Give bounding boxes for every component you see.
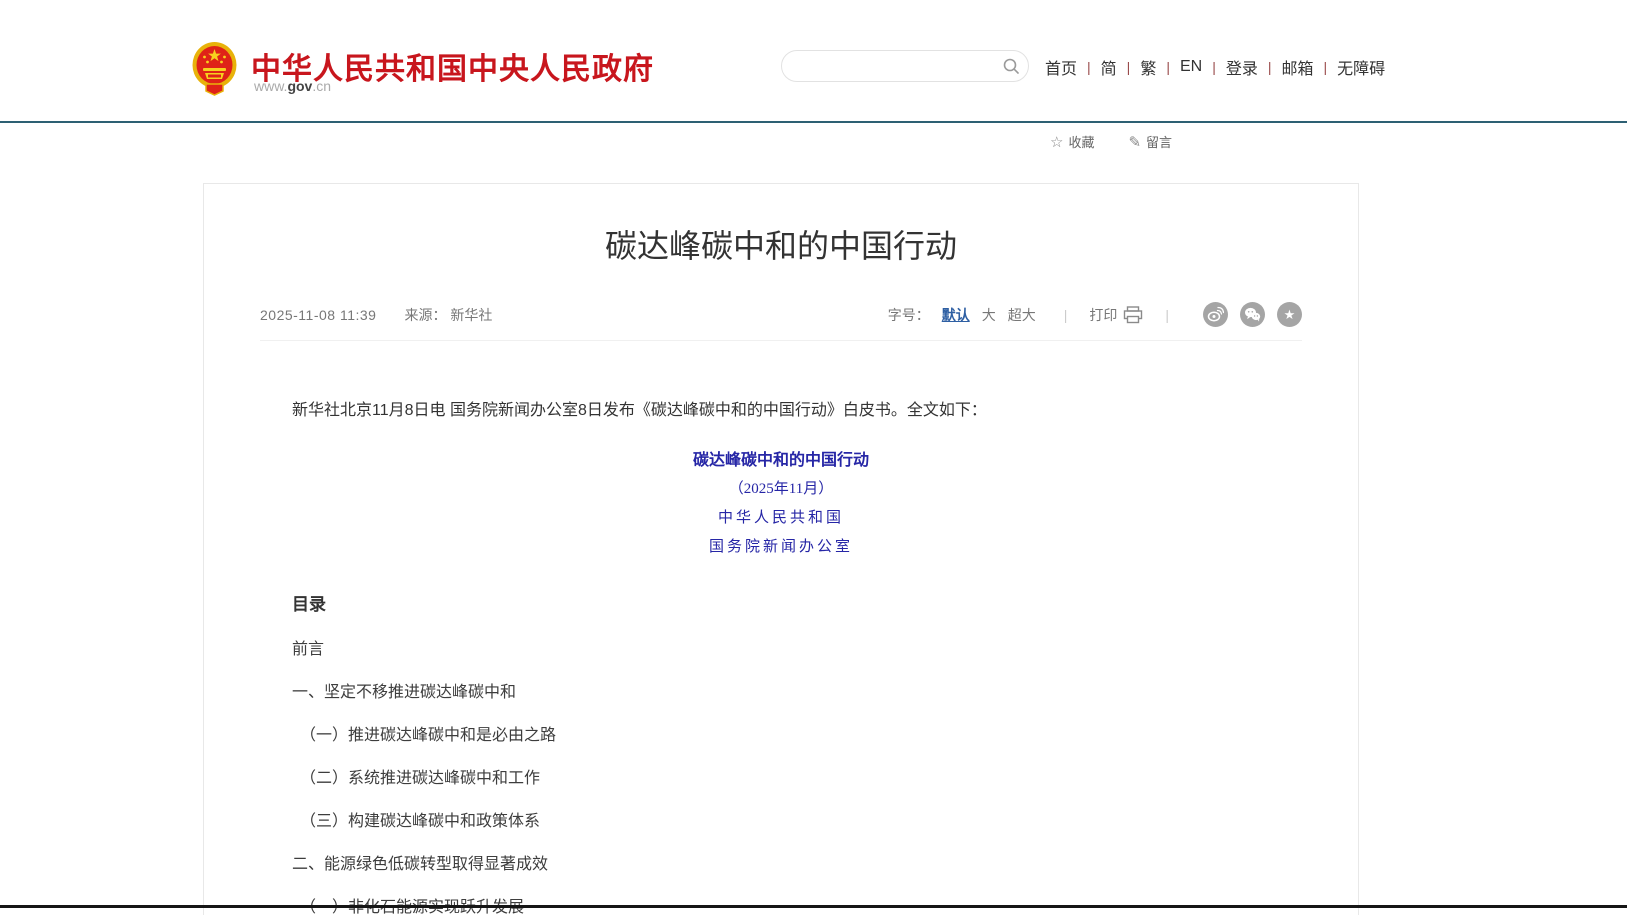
favorite-label: 收藏	[1068, 132, 1094, 151]
nav-divider: |	[1268, 59, 1272, 75]
document-org-line2: 国务院新闻办公室	[260, 533, 1302, 562]
font-size-default[interactable]: 默认	[942, 305, 970, 325]
nav-divider: |	[1087, 59, 1091, 75]
national-emblem-icon	[191, 40, 238, 96]
nav-item-traditional[interactable]: 繁	[1140, 55, 1156, 79]
document-title: 碳达峰碳中和的中国行动	[260, 446, 1302, 475]
toc-item-section1-3[interactable]: （三）构建碳达峰碳中和政策体系	[292, 814, 1302, 830]
font-size-large[interactable]: 大	[982, 305, 996, 325]
nav-divider: |	[1324, 59, 1328, 75]
toc-item-section2[interactable]: 二、能源绿色低碳转型取得显著成效	[292, 857, 1302, 873]
share-group: ★	[1191, 302, 1302, 327]
toc-item-section1-2[interactable]: （二）系统推进碳达峰碳中和工作	[292, 771, 1302, 787]
action-strip: ☆ 收藏 ✎ 留言	[1050, 132, 1206, 151]
font-size-label: 字号：	[888, 305, 930, 325]
toc-title: 目录	[292, 590, 1302, 615]
comment-button[interactable]: ✎ 留言	[1128, 132, 1172, 151]
toc-item-section1[interactable]: 一、坚定不移推进碳达峰碳中和	[292, 685, 1302, 701]
star-outline-icon: ☆	[1050, 133, 1063, 151]
toc: 前言 一、坚定不移推进碳达峰碳中和 （一）推进碳达峰碳中和是必由之路 （二）系统…	[292, 642, 1302, 915]
weibo-icon	[1207, 306, 1224, 323]
meta-right: 字号： 默认 大 超大 | 打印 |	[888, 302, 1302, 327]
article-meta-row: 2025-11-08 11:39 来源： 新华社 字号： 默认 大 超大 | 打…	[260, 302, 1302, 341]
article-title: 碳达峰碳中和的中国行动	[260, 221, 1302, 267]
print-label: 打印	[1089, 305, 1117, 325]
search-input[interactable]	[782, 58, 994, 74]
meta-divider: |	[1064, 307, 1068, 323]
share-weibo-button[interactable]	[1203, 302, 1228, 327]
star-icon: ★	[1284, 308, 1296, 321]
article-intro: 新华社北京11月8日电 国务院新闻办公室8日发布《碳达峰碳中和的中国行动》白皮书…	[260, 398, 1302, 424]
top-nav: 首页 | 简 | 繁 | EN | 登录 | 邮箱 | 无障碍	[1045, 56, 1385, 78]
share-wechat-button[interactable]	[1240, 302, 1265, 327]
site-header: 中华人民共和国中央人民政府 www.gov.cn 首页| 简| 繁| EN| 登…	[0, 0, 1627, 121]
document-heading: 碳达峰碳中和的中国行动 （2025年11月） 中华人民共和国 国务院新闻办公室	[260, 446, 1302, 562]
nav-item-login[interactable]: 登录	[1226, 55, 1258, 79]
nav-divider: |	[1166, 59, 1170, 75]
meta-left: 2025-11-08 11:39 来源： 新华社	[260, 305, 492, 325]
meta-divider: |	[1165, 307, 1169, 323]
nav-item-home[interactable]: 首页	[1045, 55, 1077, 79]
header-divider-line	[0, 121, 1627, 123]
print-button[interactable]: 打印	[1089, 305, 1143, 325]
pencil-icon: ✎	[1128, 133, 1141, 151]
publish-date: 2025-11-08 11:39	[260, 307, 376, 323]
nav-item-accessibility[interactable]: 无障碍	[1337, 55, 1385, 79]
comment-label: 留言	[1146, 132, 1172, 151]
nav-item-simplified[interactable]: 简	[1101, 55, 1117, 79]
favorite-button[interactable]: ☆ 收藏	[1050, 132, 1094, 151]
source: 来源： 新华社	[404, 305, 492, 325]
search-icon	[1002, 57, 1020, 75]
nav-item-mail[interactable]: 邮箱	[1282, 55, 1314, 79]
site-url: www.gov.cn	[254, 78, 331, 94]
document-org-line1: 中华人民共和国	[260, 504, 1302, 533]
nav-divider: |	[1127, 59, 1131, 75]
national-emblem-logo[interactable]	[191, 40, 238, 96]
printer-icon	[1123, 306, 1143, 324]
page: 中华人民共和国中央人民政府 www.gov.cn 首页| 简| 繁| EN| 登…	[0, 0, 1627, 915]
search-button[interactable]	[994, 51, 1028, 81]
nav-divider: |	[1212, 59, 1216, 75]
bottom-edge-line	[0, 905, 1627, 908]
toc-item-preface[interactable]: 前言	[292, 642, 1302, 658]
document-date: （2025年11月）	[260, 475, 1302, 504]
nav-item-english[interactable]: EN	[1180, 58, 1202, 76]
share-favorite-button[interactable]: ★	[1277, 302, 1302, 327]
font-size-xlarge[interactable]: 超大	[1008, 305, 1036, 325]
search-box	[781, 50, 1029, 82]
wechat-icon	[1244, 306, 1261, 323]
toc-item-section1-1[interactable]: （一）推进碳达峰碳中和是必由之路	[292, 728, 1302, 744]
article-card: 碳达峰碳中和的中国行动 2025-11-08 11:39 来源： 新华社 字号：…	[203, 183, 1359, 915]
